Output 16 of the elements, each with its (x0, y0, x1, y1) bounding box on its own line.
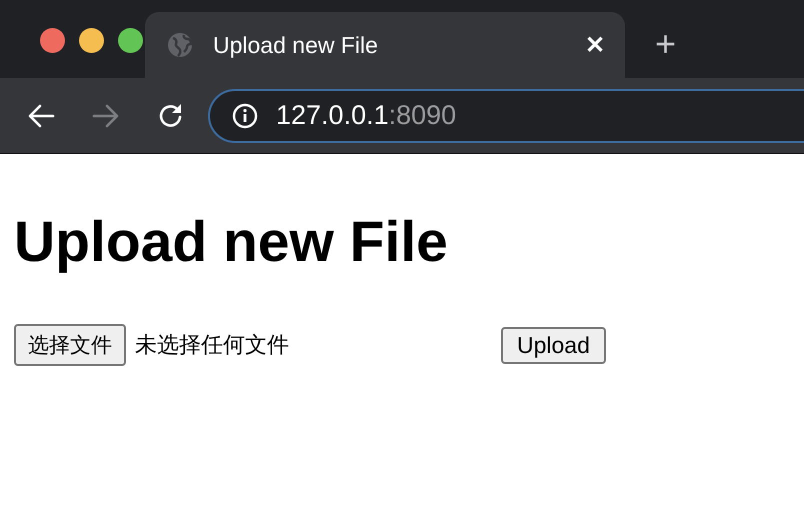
address-bar[interactable]: 127.0.0.1:8090 (208, 88, 804, 142)
page-heading: Upload new File (14, 209, 449, 275)
file-status-text: 未选择任何文件 (135, 332, 290, 360)
tab-title: Upload new File (213, 32, 379, 58)
choose-file-button[interactable]: 选择文件 (14, 324, 126, 366)
close-tab-button[interactable]: ✕ (585, 30, 605, 60)
back-button[interactable] (27, 102, 55, 128)
upload-button[interactable]: Upload (501, 326, 606, 364)
window-control-dot[interactable] (40, 28, 65, 53)
info-icon (232, 102, 258, 128)
window-control-dot[interactable] (118, 28, 143, 53)
url-text: 127.0.0.1:8090 (276, 100, 456, 131)
globe-icon (167, 32, 193, 58)
browser-tab[interactable]: Upload new File ✕ (145, 12, 625, 78)
window-control-dot[interactable] (79, 28, 104, 53)
new-tab-button[interactable]: + (655, 12, 676, 78)
